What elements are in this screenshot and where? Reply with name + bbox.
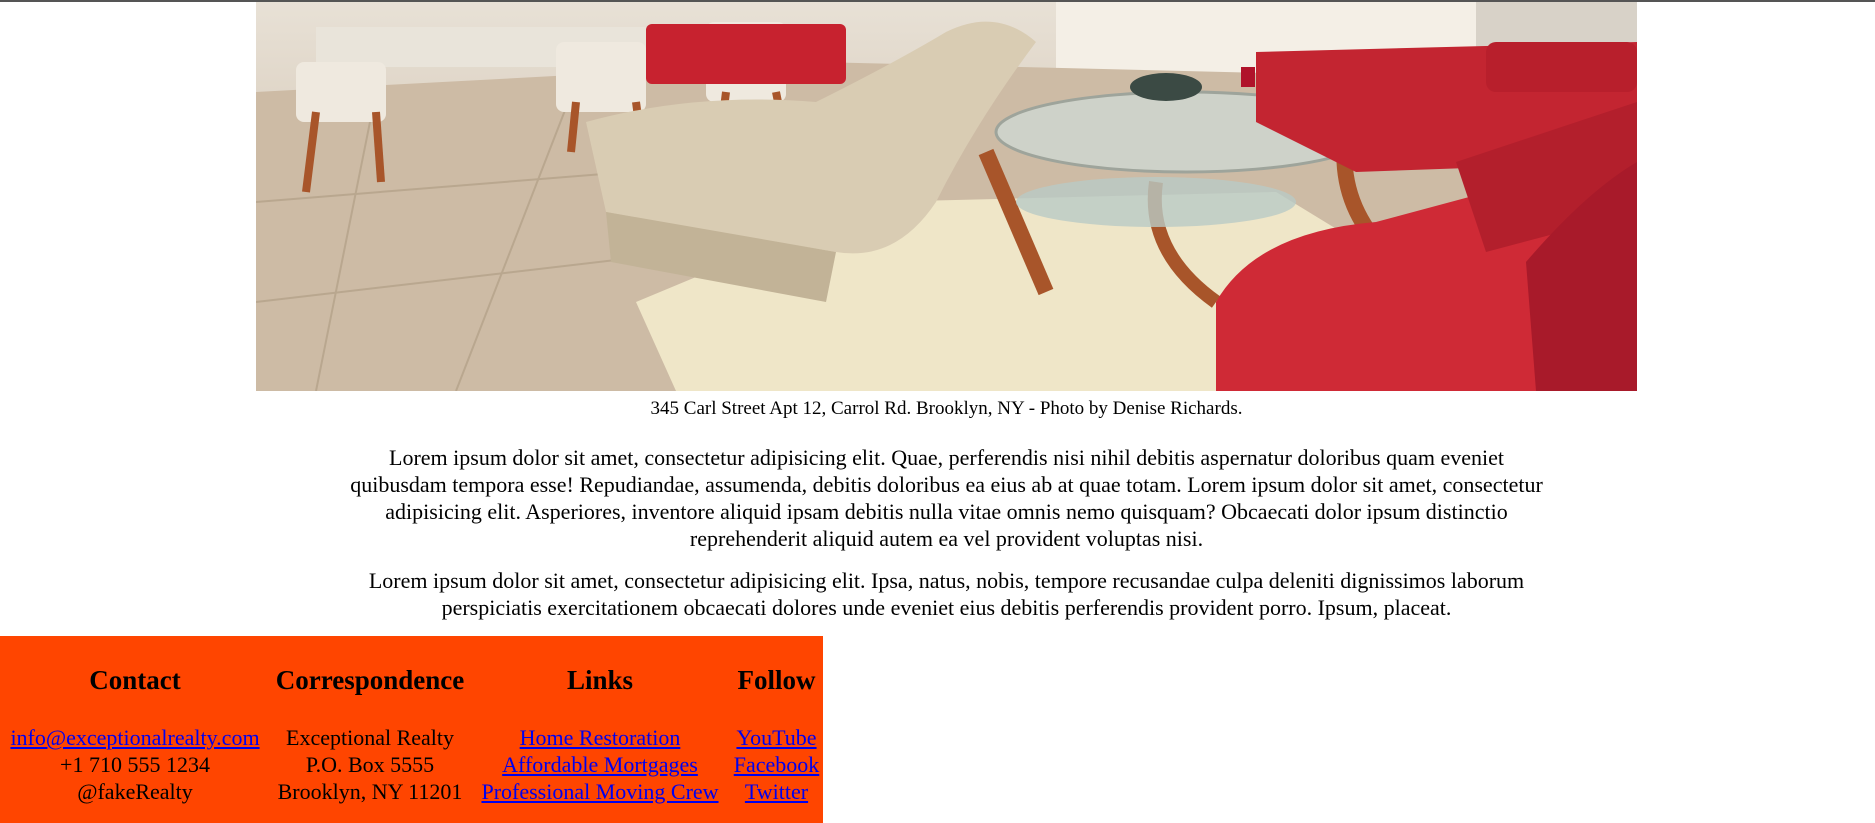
youtube-link[interactable]: YouTube [736,725,816,750]
living-room-photo-icon [256,2,1637,391]
links-heading: Links [566,665,634,695]
facebook-link[interactable]: Facebook [734,752,820,777]
address-line-2: P.O. Box 5555 [305,752,435,777]
address-line-3: Brooklyn, NY 11201 [277,779,463,804]
phone-number: +1 710 555 1234 [60,752,210,777]
body-paragraph-1: Lorem ipsum dolor sit amet, consectetur … [350,445,1543,551]
hero-image [256,2,1637,391]
site-footer: Contact info@exceptionalrealty.com +1 71… [0,636,823,823]
correspondence-heading: Correspondence [275,665,465,695]
twitter-link[interactable]: Twitter [745,779,808,804]
link-professional-moving-crew[interactable]: Professional Moving Crew [481,779,718,804]
contact-heading: Contact [89,665,181,695]
follow-heading: Follow [737,665,816,695]
body-paragraph-2: Lorem ipsum dolor sit amet, consectetur … [368,568,1525,620]
link-affordable-mortgages[interactable]: Affordable Mortgages [502,752,698,777]
address-line-1: Exceptional Realty [286,725,454,750]
social-handle: @fakeRealty [77,779,193,804]
email-link[interactable]: info@exceptionalrealty.com [10,725,259,750]
link-home-restoration[interactable]: Home Restoration [520,725,681,750]
photo-caption: 345 Carl Street Apt 12, Carrol Rd. Brook… [650,398,1243,419]
